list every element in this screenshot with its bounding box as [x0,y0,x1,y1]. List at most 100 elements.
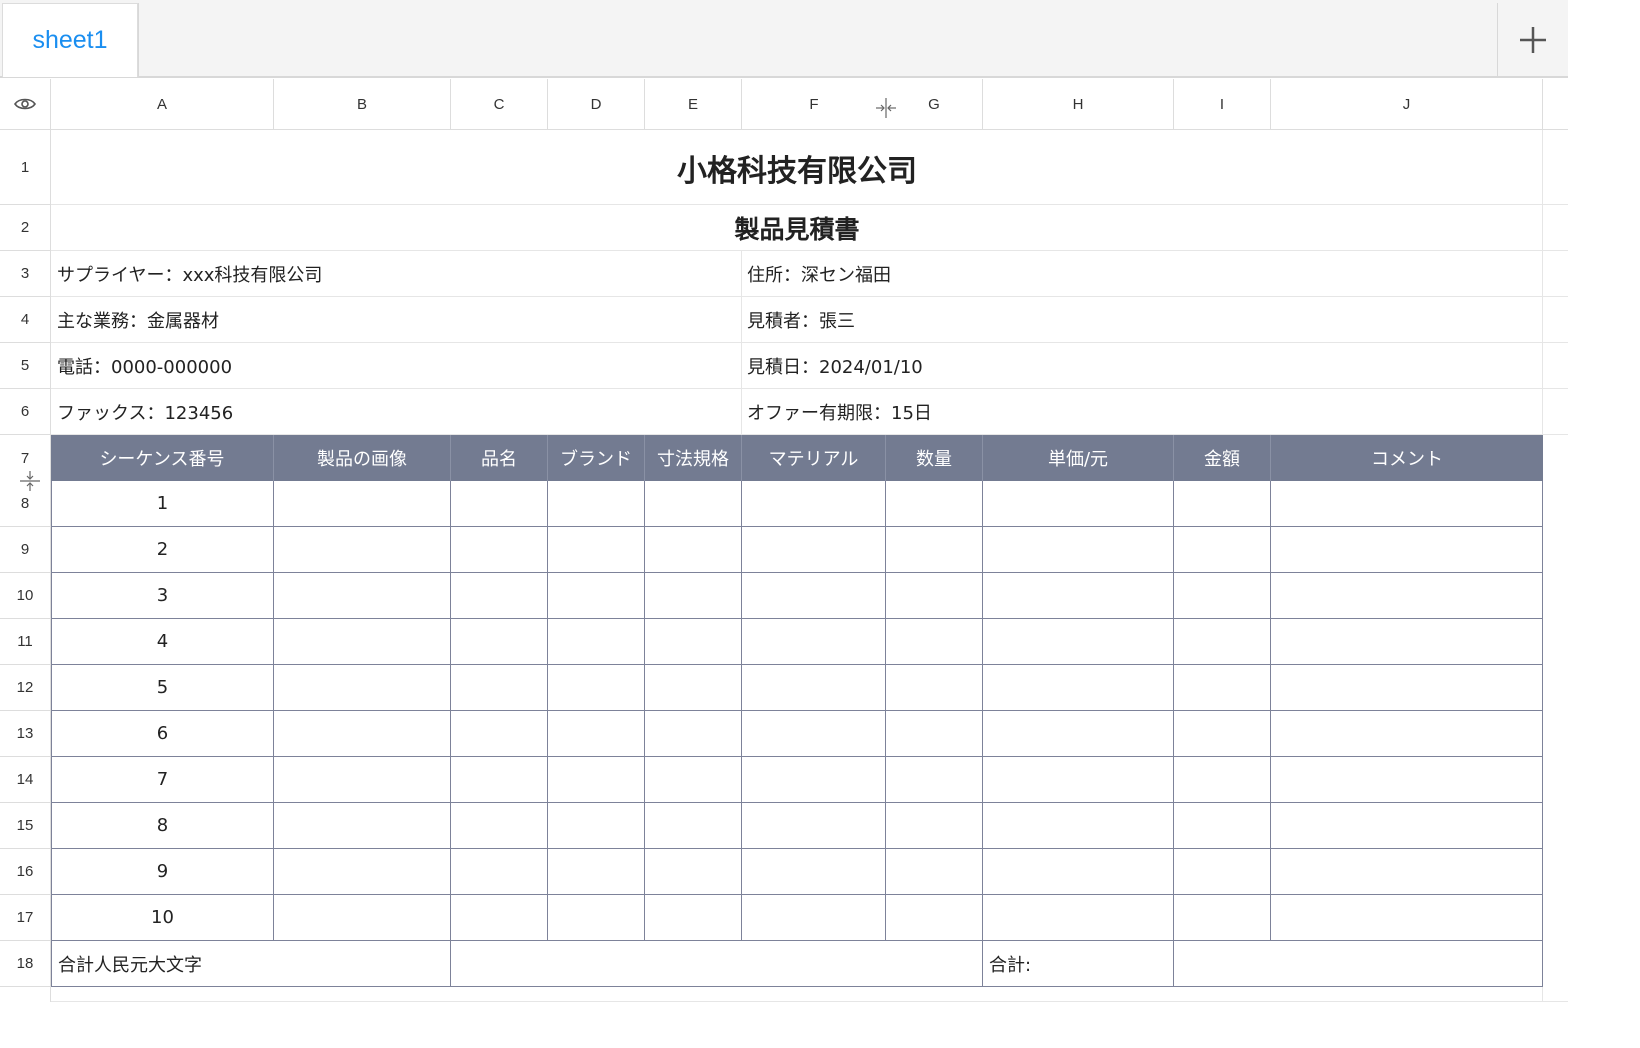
cell-amount[interactable] [1174,481,1271,527]
cell-comment[interactable] [1271,573,1543,619]
cell-amount[interactable] [1174,665,1271,711]
row-resize-icon[interactable] [18,470,42,492]
cell-comment[interactable] [1271,711,1543,757]
cell-material[interactable] [742,849,886,895]
document-subtitle[interactable]: 製品見積書 [51,205,1543,251]
cell-product-image[interactable] [274,895,451,941]
cell-sequence[interactable]: 3 [51,573,274,619]
cell-product-name[interactable] [451,573,548,619]
offer-validity-cell[interactable]: オファー有期限：15日 [741,389,1543,435]
cell-unit-price[interactable] [983,481,1174,527]
add-sheet-button[interactable] [1498,3,1568,77]
cell-amount[interactable] [1174,619,1271,665]
cell-brand[interactable] [548,573,645,619]
cell-comment[interactable] [1271,619,1543,665]
cell-product-image[interactable] [274,665,451,711]
cell-dimensions[interactable] [645,803,742,849]
header-dimensions[interactable]: 寸法規格 [645,435,742,481]
cell-material[interactable] [742,481,886,527]
column-header-h[interactable]: H [983,79,1174,130]
header-quantity[interactable]: 数量 [886,435,983,481]
business-cell[interactable]: 主な業務：金属器材 [51,297,741,343]
cell-comment[interactable] [1271,665,1543,711]
row-header-3[interactable]: 3 [0,251,51,297]
cell-brand[interactable] [548,757,645,803]
cell-product-name[interactable] [451,849,548,895]
cell-product-name[interactable] [451,803,548,849]
header-amount[interactable]: 金額 [1174,435,1271,481]
cell-product-image[interactable] [274,619,451,665]
eye-icon[interactable] [14,97,36,111]
cell-product-name[interactable] [451,665,548,711]
cell-sequence[interactable]: 7 [51,757,274,803]
cell-product-name[interactable] [451,711,548,757]
row-header-18[interactable]: 18 [0,941,51,987]
header-sequence[interactable]: シーケンス番号 [51,435,274,481]
cell-material[interactable] [742,757,886,803]
cell-dimensions[interactable] [645,481,742,527]
cell-dimensions[interactable] [645,527,742,573]
header-product-image[interactable]: 製品の画像 [274,435,451,481]
company-title[interactable]: 小格科技有限公司 [51,130,1543,205]
cell-comment[interactable] [1271,527,1543,573]
row-header-9[interactable]: 9 [0,527,51,573]
cell-unit-price[interactable] [983,849,1174,895]
row-header-14[interactable]: 14 [0,757,51,803]
cell-amount[interactable] [1174,849,1271,895]
cell-dimensions[interactable] [645,895,742,941]
cell-amount[interactable] [1174,527,1271,573]
column-header-i[interactable]: I [1174,79,1271,130]
row-header-4[interactable]: 4 [0,297,51,343]
cell-unit-price[interactable] [983,573,1174,619]
cell-brand[interactable] [548,803,645,849]
header-product-name[interactable]: 品名 [451,435,548,481]
cell-product-name[interactable] [451,757,548,803]
cell-sequence[interactable]: 9 [51,849,274,895]
column-header-a[interactable]: A [51,79,274,130]
cell-amount[interactable] [1174,757,1271,803]
cell-brand[interactable] [548,527,645,573]
row-header-17[interactable]: 17 [0,895,51,941]
cell-quantity[interactable] [886,619,983,665]
total-value[interactable] [1174,941,1543,987]
column-header-g[interactable]: G [886,79,983,130]
cell-dimensions[interactable] [645,619,742,665]
cell-comment[interactable] [1271,849,1543,895]
column-header-e[interactable]: E [645,79,742,130]
column-resize-icon[interactable] [874,96,898,120]
cell-product-name[interactable] [451,619,548,665]
cell-product-name[interactable] [451,527,548,573]
row-header-1[interactable]: 1 [0,130,51,205]
cell-dimensions[interactable] [645,711,742,757]
cell-material[interactable] [742,711,886,757]
cell-material[interactable] [742,803,886,849]
fax-cell[interactable]: ファックス：123456 [51,389,741,435]
cell-unit-price[interactable] [983,895,1174,941]
cell-comment[interactable] [1271,803,1543,849]
row-header-10[interactable]: 10 [0,573,51,619]
cell-unit-price[interactable] [983,527,1174,573]
cell-dimensions[interactable] [645,849,742,895]
cell-brand[interactable] [548,895,645,941]
cell-material[interactable] [742,619,886,665]
cell-material[interactable] [742,527,886,573]
header-unit-price[interactable]: 単価/元 [983,435,1174,481]
row-header-2[interactable]: 2 [0,205,51,251]
quoter-cell[interactable]: 見積者：張三 [741,297,1543,343]
cell-quantity[interactable] [886,665,983,711]
cell-material[interactable] [742,895,886,941]
cell-quantity[interactable] [886,711,983,757]
cell-product-image[interactable] [274,527,451,573]
row-header-11[interactable]: 11 [0,619,51,665]
quote-date-cell[interactable]: 見積日：2024/01/10 [741,343,1543,389]
column-header-f[interactable]: F [742,79,886,130]
cell-quantity[interactable] [886,527,983,573]
row-header-15[interactable]: 15 [0,803,51,849]
cell-amount[interactable] [1174,573,1271,619]
cell-material[interactable] [742,573,886,619]
cell-sequence[interactable]: 1 [51,481,274,527]
cell-quantity[interactable] [886,895,983,941]
cell-amount[interactable] [1174,895,1271,941]
row-header-5[interactable]: 5 [0,343,51,389]
cell-amount[interactable] [1174,803,1271,849]
